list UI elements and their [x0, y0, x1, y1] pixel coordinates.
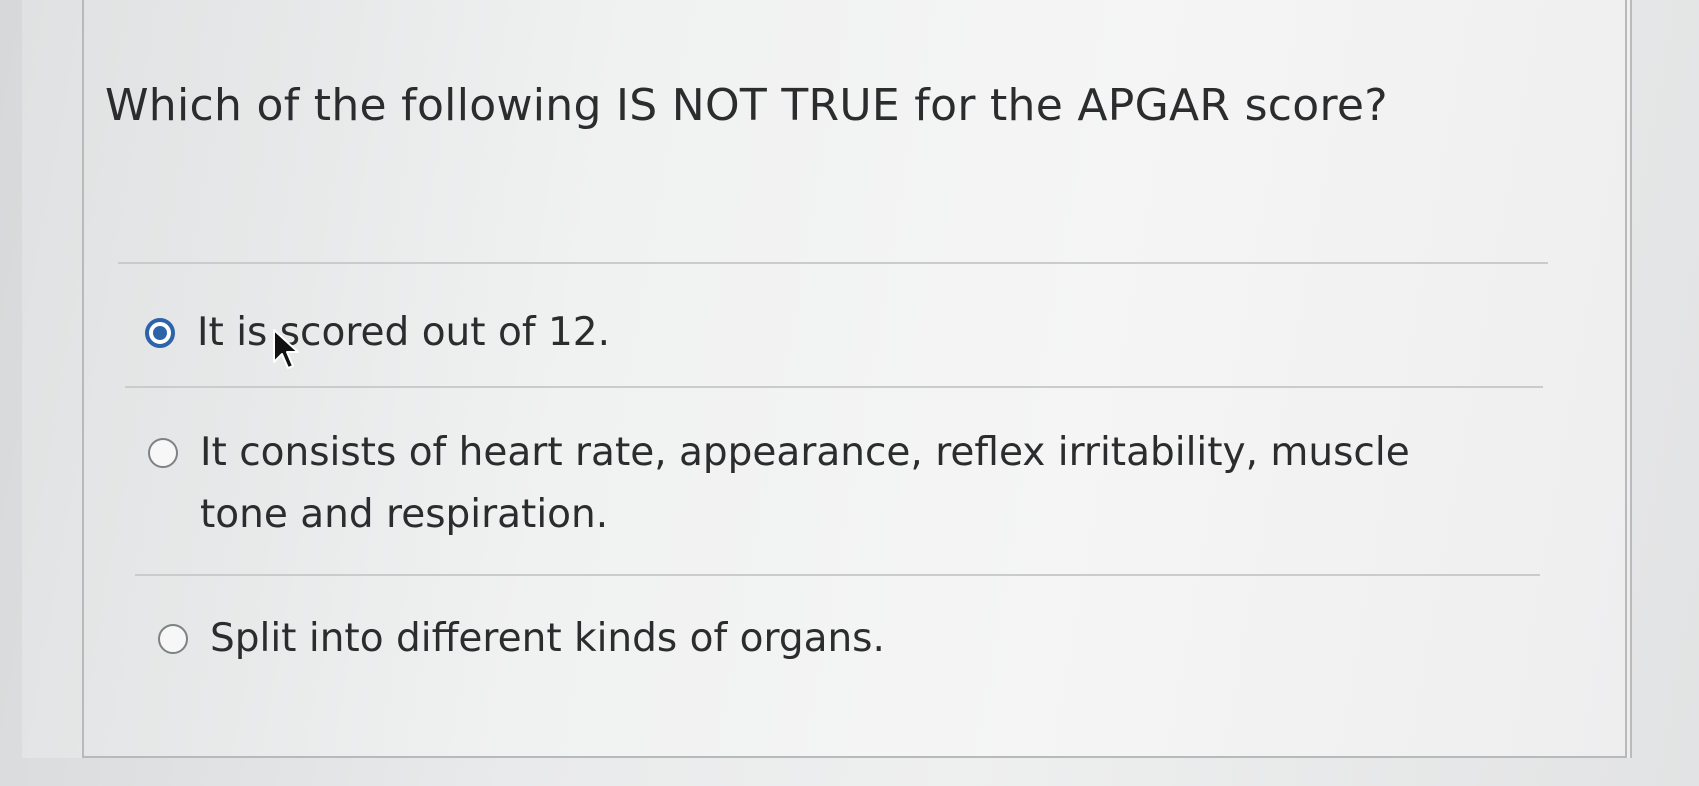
- option-1[interactable]: It is scored out of 12.: [145, 308, 1525, 364]
- question-text: Which of the following IS NOT TRUE for t…: [105, 80, 1388, 131]
- radio-unselected-icon[interactable]: [158, 624, 188, 654]
- divider-top: [118, 262, 1548, 264]
- option-2[interactable]: It consists of heart rate, appearance, r…: [148, 428, 1448, 546]
- radio-selected-icon[interactable]: [145, 318, 175, 348]
- option-2-label: It consists of heart rate, appearance, r…: [200, 430, 1410, 537]
- divider-2: [135, 574, 1540, 576]
- option-3-label: Split into different kinds of organs.: [210, 616, 885, 661]
- mouse-pointer-icon: [273, 329, 299, 369]
- divider-1: [125, 386, 1543, 388]
- option-1-label: It is scored out of 12.: [197, 310, 610, 355]
- option-3[interactable]: Split into different kinds of organs.: [158, 614, 1458, 670]
- radio-unselected-icon[interactable]: [148, 438, 178, 468]
